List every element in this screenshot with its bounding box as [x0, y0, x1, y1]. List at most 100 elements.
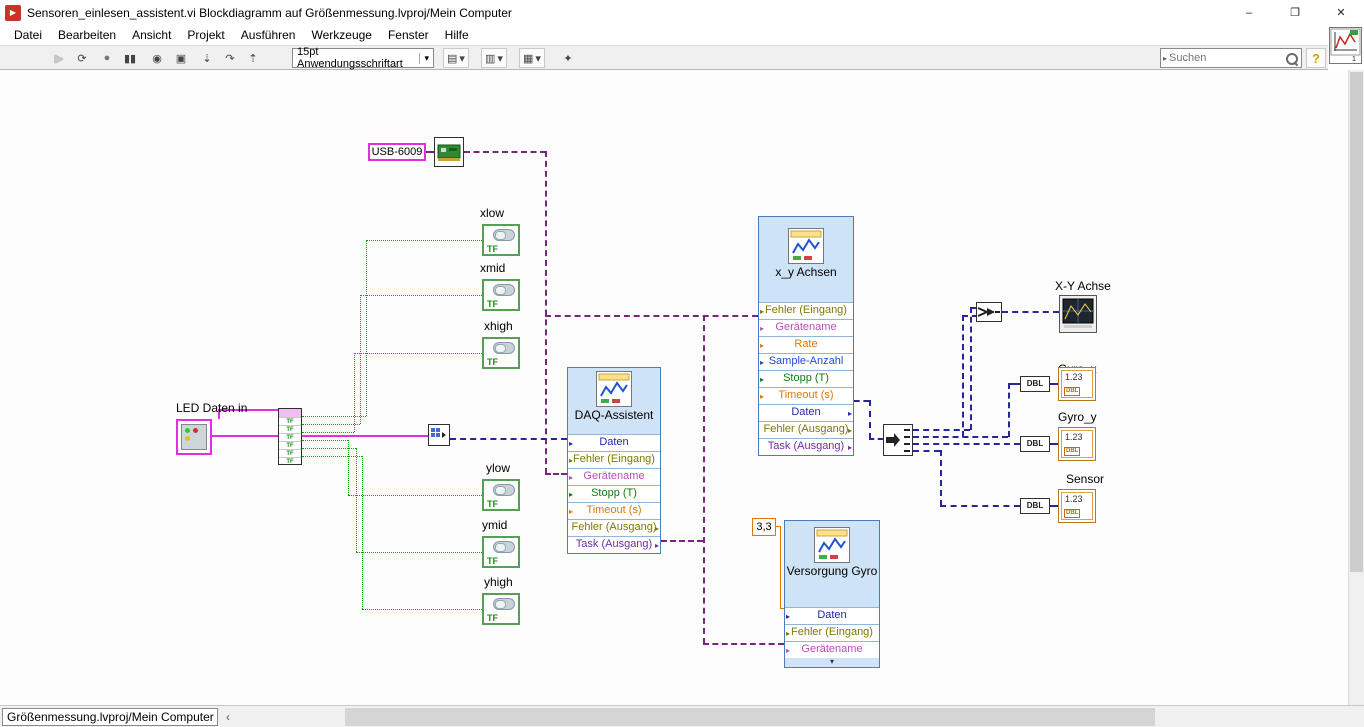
express-vi-xy-achsen[interactable]: x_y Achsen Fehler (Eingang) Gerätename R… [758, 216, 854, 456]
daq-terminal-daten[interactable]: Daten [568, 434, 660, 451]
wire-dynamic-data[interactable] [970, 307, 972, 430]
horizontal-scrollbar-track[interactable] [238, 708, 1348, 726]
wire-dynamic-data[interactable] [869, 400, 871, 439]
pause-button[interactable]: ▮▮ [119, 48, 141, 68]
numeric-indicator-sensor[interactable]: 1.23 DBL [1058, 489, 1096, 523]
wire-cluster[interactable] [302, 435, 428, 437]
wire-device-name[interactable] [545, 151, 547, 474]
to-dynamic-data-node[interactable] [428, 424, 450, 446]
wire-device-name[interactable] [426, 151, 434, 153]
daq-terminal-fehler-ausgang[interactable]: Fehler (Ausgang) [568, 519, 660, 536]
wire-device-name[interactable] [545, 473, 567, 475]
bool-control-yhigh[interactable]: TF [482, 593, 520, 625]
dbl-convert-node[interactable]: DBL [1020, 498, 1050, 514]
wire-dynamic-data[interactable] [913, 436, 1008, 438]
daq-device-node[interactable] [434, 137, 464, 167]
wire-dynamic-data[interactable] [1008, 383, 1010, 437]
from-dynamic-data-node[interactable] [883, 424, 913, 456]
wire-numeric[interactable] [780, 526, 781, 609]
help-button[interactable]: ? [1306, 48, 1326, 68]
gyro-terminal-daten[interactable]: Daten [785, 607, 879, 624]
wire-dynamic-data[interactable] [450, 438, 567, 440]
wire-boolean[interactable] [302, 416, 366, 417]
daq-terminal-task-ausgang[interactable]: Task (Ausgang) [568, 536, 660, 553]
dbl-convert-node[interactable]: DBL [1020, 376, 1050, 392]
step-out-button[interactable]: ⇡ [242, 48, 264, 68]
daq-terminal-timeout[interactable]: Timeout (s) [568, 502, 660, 519]
wire-boolean[interactable] [360, 295, 361, 424]
vi-icon-pane[interactable]: 1 [1329, 27, 1362, 64]
search-input[interactable] [1169, 52, 1285, 64]
wire-dynamic-data[interactable] [913, 443, 1020, 445]
abort-button[interactable]: ● [96, 48, 118, 68]
xy-terminal-rate[interactable]: Rate [759, 336, 853, 353]
menu-ansicht[interactable]: Ansicht [124, 26, 179, 44]
run-continuous-button[interactable]: ⟳ [71, 48, 93, 68]
wire-boolean[interactable] [302, 448, 356, 449]
xy-graph-indicator[interactable] [1059, 295, 1097, 333]
wire-dynamic-data[interactable] [913, 450, 940, 452]
highlight-execution-button[interactable]: ◉ [146, 48, 168, 68]
wire-boolean[interactable] [356, 448, 357, 552]
horizontal-scrollbar-thumb[interactable] [345, 708, 1155, 726]
wire-boolean[interactable] [354, 353, 482, 354]
wire-cluster[interactable] [212, 435, 278, 437]
xy-terminal-fehler-ausgang[interactable]: Fehler (Ausgang) [759, 421, 853, 438]
menu-bearbeiten[interactable]: Bearbeiten [50, 26, 124, 44]
font-selector[interactable]: 15pt Anwendungsschriftart ▾ [292, 46, 434, 70]
merge-signals-node[interactable] [976, 302, 1002, 322]
wire-boolean[interactable] [360, 295, 482, 296]
search-icon[interactable] [1285, 52, 1298, 65]
voltage-constant[interactable]: 3,3 [752, 518, 776, 536]
resize-objects-dropdown[interactable]: ▦ ▾ [519, 48, 545, 68]
wire-dynamic-data[interactable] [940, 450, 942, 506]
menu-projekt[interactable]: Projekt [179, 26, 232, 44]
search-scope-icon[interactable]: ▸ [1161, 54, 1169, 63]
daq-terminal-stopp[interactable]: Stopp (T) [568, 485, 660, 502]
project-context-label[interactable]: Größenmessung.lvproj/Mein Computer [2, 708, 218, 726]
xy-terminal-timeout[interactable]: Timeout (s) [759, 387, 853, 404]
align-objects-dropdown[interactable]: ▤ ▾ [443, 48, 469, 68]
step-over-button[interactable]: ↷ [219, 48, 241, 68]
daq-terminal-fehler-eingang[interactable]: Fehler (Eingang) [568, 451, 660, 468]
retain-wire-values-button[interactable]: ▣ [170, 48, 192, 68]
xy-terminal-stopp[interactable]: Stopp (T) [759, 370, 853, 387]
gyro-terminal-geraetename[interactable]: Gerätename [785, 641, 879, 658]
xy-terminal-fehler-eingang[interactable]: Fehler (Eingang) [759, 302, 853, 319]
bundle-node[interactable]: TF TF TF TF TF TF [278, 408, 302, 465]
wire-boolean[interactable] [302, 456, 362, 457]
wire-device-name[interactable] [545, 315, 758, 317]
wire-dynamic-data[interactable] [1008, 383, 1020, 385]
expand-chevron-icon[interactable]: ▾ [785, 658, 879, 667]
daq-terminal-geraetename[interactable]: Gerätename [568, 468, 660, 485]
led-cluster-control[interactable] [176, 419, 212, 455]
menu-datei[interactable]: Datei [6, 26, 50, 44]
bool-control-xlow[interactable]: TF [482, 224, 520, 256]
menu-werkzeuge[interactable]: Werkzeuge [303, 26, 379, 44]
vertical-scrollbar-thumb[interactable] [1350, 72, 1363, 572]
wire-boolean[interactable] [348, 495, 482, 496]
xy-terminal-daten[interactable]: Daten [759, 404, 853, 421]
numeric-indicator-gyro-y[interactable]: 1.23 DBL [1058, 427, 1096, 461]
bool-control-ymid[interactable]: TF [482, 536, 520, 568]
bool-control-xmid[interactable]: TF [482, 279, 520, 311]
bool-control-ylow[interactable]: TF [482, 479, 520, 511]
scroll-left-button[interactable]: ‹ [220, 708, 236, 726]
step-into-button[interactable]: ⇣ [196, 48, 218, 68]
xy-terminal-task-ausgang[interactable]: Task (Ausgang) [759, 438, 853, 455]
menu-hilfe[interactable]: Hilfe [437, 26, 477, 44]
wire-dynamic-data[interactable] [962, 315, 964, 437]
wire-boolean[interactable] [362, 456, 363, 609]
close-button[interactable]: ✕ [1318, 0, 1364, 25]
gyro-terminal-fehler-eingang[interactable]: Fehler (Eingang) [785, 624, 879, 641]
wire-task-out[interactable] [661, 540, 703, 542]
wire-boolean[interactable] [362, 609, 482, 610]
wire-boolean[interactable] [356, 552, 482, 553]
wire-boolean[interactable] [354, 353, 355, 432]
wire-boolean[interactable] [302, 424, 360, 425]
vertical-scrollbar[interactable] [1348, 70, 1364, 705]
distribute-objects-dropdown[interactable]: ▥ ▾ [481, 48, 507, 68]
wire-boolean[interactable] [366, 240, 482, 241]
wire-device-name[interactable] [464, 151, 546, 153]
xy-terminal-geraetename[interactable]: Gerätename [759, 319, 853, 336]
